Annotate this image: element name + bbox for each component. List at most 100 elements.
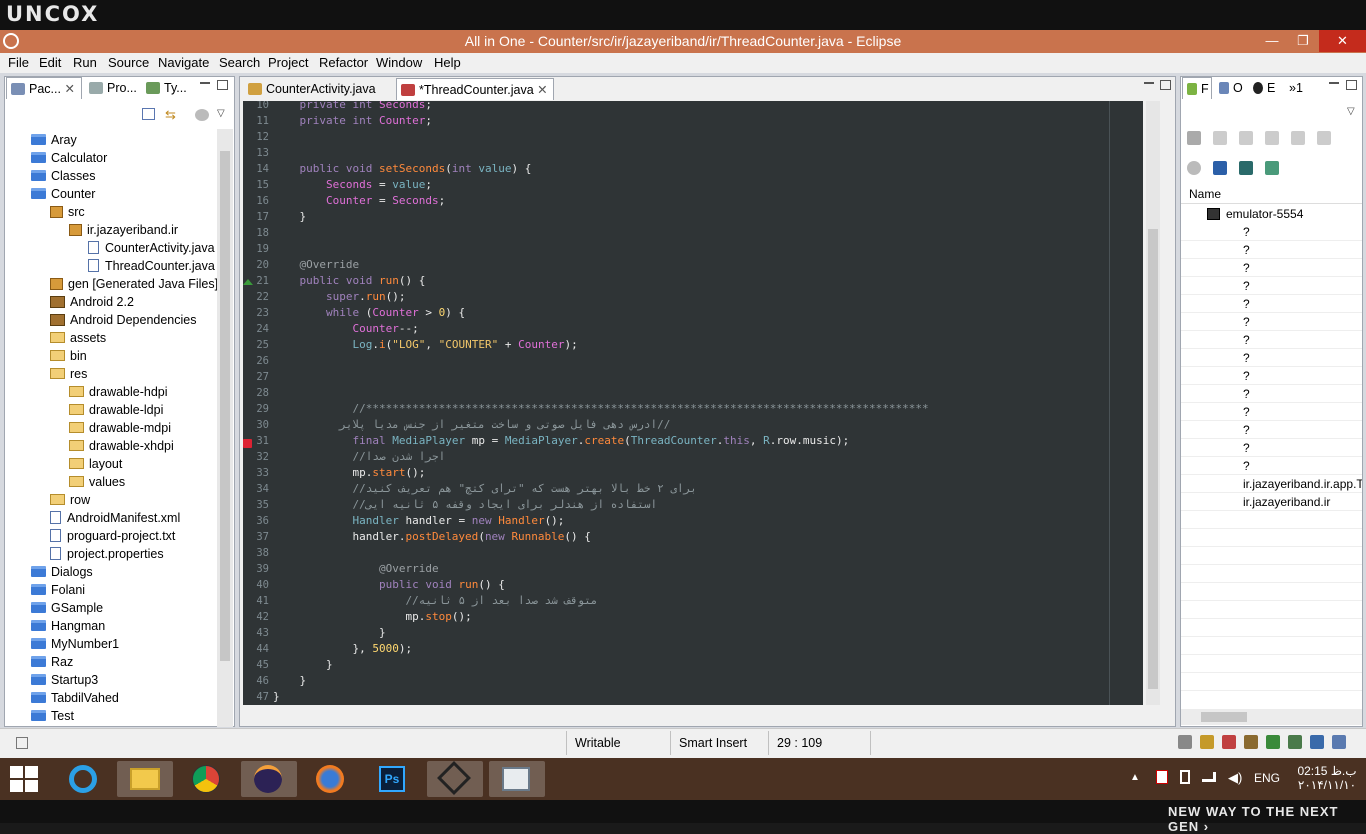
tab-type-hierarchy[interactable]: Ty...: [142, 77, 194, 99]
tree-item[interactable]: MyNumber1: [31, 635, 119, 653]
tree-item[interactable]: bin: [50, 347, 87, 365]
menu-help[interactable]: Help: [434, 55, 461, 70]
tree-item[interactable]: project.properties: [50, 545, 164, 563]
tray-volume-icon[interactable]: ◀): [1228, 770, 1242, 786]
tree-item[interactable]: TabdilVahed: [31, 689, 119, 707]
devices-scroll-thumb[interactable]: [1201, 712, 1247, 722]
tree-item[interactable]: Calculator: [31, 149, 107, 167]
perspective-icon[interactable]: [1178, 735, 1192, 749]
start-windows-icon[interactable]: [10, 766, 38, 792]
tree-item[interactable]: Android Dependencies: [50, 311, 196, 329]
team-perspective-icon[interactable]: [1244, 735, 1258, 749]
process-row[interactable]: ?: [1181, 457, 1362, 475]
close-icon[interactable]: ✕: [537, 83, 547, 97]
tree-item[interactable]: gen [Generated Java Files]: [50, 275, 218, 293]
debug-perspective-icon[interactable]: [1222, 735, 1236, 749]
tree-item[interactable]: Dialogs: [31, 563, 93, 581]
tree-item[interactable]: Android 2.2: [50, 293, 134, 311]
tree-item[interactable]: CounterActivity.java: [88, 239, 215, 257]
heap-icon[interactable]: [1213, 131, 1227, 145]
view-menu-chevron-icon[interactable]: ▽: [217, 108, 225, 119]
minimize-view-icon[interactable]: [1329, 82, 1339, 90]
column-name[interactable]: Name: [1189, 187, 1221, 201]
tree-item[interactable]: drawable-xhdpi: [69, 437, 174, 455]
tray-expand-icon[interactable]: ▲: [1130, 772, 1140, 783]
taskbar-app-icon[interactable]: [427, 761, 483, 797]
process-row[interactable]: ?: [1181, 223, 1362, 241]
code-line[interactable]: final MediaPlayer mp = MediaPlayer.creat…: [273, 433, 849, 449]
taskbar-explorer-icon[interactable]: [117, 761, 173, 797]
menu-navigate[interactable]: Navigate: [158, 55, 209, 70]
process-row[interactable]: ?: [1181, 439, 1362, 457]
gc-icon[interactable]: [1265, 131, 1279, 145]
devices-horizontal-scrollbar[interactable]: [1181, 709, 1362, 725]
tab-project-explorer[interactable]: Pro...: [85, 77, 140, 99]
tree-item[interactable]: Startup3: [31, 671, 98, 689]
code-line[interactable]: Log.i("LOG", "COUNTER" + Counter);: [273, 337, 577, 353]
tree-item[interactable]: Aray: [31, 131, 77, 149]
process-row[interactable]: ?: [1181, 241, 1362, 259]
tray-flag-icon[interactable]: [1156, 770, 1168, 784]
process-row[interactable]: ?: [1181, 295, 1362, 313]
code-line[interactable]: Handler handler = new Handler();: [273, 513, 564, 529]
code-line[interactable]: public void run() {: [273, 577, 505, 593]
code-line[interactable]: Seconds = value;: [273, 177, 432, 193]
code-line[interactable]: private int Seconds;: [273, 101, 432, 113]
menu-source[interactable]: Source: [108, 55, 149, 70]
tree-item[interactable]: proguard-project.txt: [50, 527, 175, 545]
process-row[interactable]: ir.jazayeriband.ir.app.T: [1181, 475, 1362, 493]
editor-vertical-scrollbar[interactable]: [1146, 101, 1160, 705]
process-row[interactable]: ?: [1181, 349, 1362, 367]
taskbar-chrome-icon[interactable]: [179, 761, 235, 797]
view-menu-chevron-icon[interactable]: ▽: [1347, 106, 1355, 117]
android-perspective-icon[interactable]: [1288, 735, 1302, 749]
code-line[interactable]: @Override: [273, 257, 360, 273]
minimize-view-icon[interactable]: [200, 82, 210, 90]
menu-search[interactable]: Search: [219, 55, 260, 70]
tree-item[interactable]: Counter: [31, 185, 95, 203]
process-row[interactable]: ?: [1181, 421, 1362, 439]
method-profiling-icon[interactable]: [1317, 131, 1331, 145]
code-line[interactable]: //اجرا شدن صدا: [273, 449, 445, 465]
code-line[interactable]: }, 5000);: [273, 641, 412, 657]
process-row[interactable]: ?: [1181, 259, 1362, 277]
code-line[interactable]: }: [273, 625, 386, 641]
error-marker-icon[interactable]: [243, 439, 252, 448]
tray-clock[interactable]: 02:15 ب.ظ ۲۰۱۴/۱۱/۱۰: [1294, 764, 1360, 792]
dump-view-icon[interactable]: [1239, 161, 1253, 175]
tree-scrollbar[interactable]: [217, 129, 233, 727]
code-line[interactable]: while (Counter > 0) {: [273, 305, 465, 321]
tree-item[interactable]: Raz: [31, 653, 73, 671]
tab-package-explorer[interactable]: Pac... ✕: [6, 77, 82, 99]
close-button[interactable]: ✕: [1319, 30, 1366, 52]
tree-item[interactable]: res: [50, 365, 87, 383]
taskbar-eclipse-icon[interactable]: [241, 761, 297, 797]
code-line[interactable]: }: [273, 657, 333, 673]
menu-refactor[interactable]: Refactor: [319, 55, 368, 70]
code-line[interactable]: Counter = Seconds;: [273, 193, 445, 209]
tree-item[interactable]: Classes: [31, 167, 95, 185]
tree-item[interactable]: row: [50, 491, 90, 509]
tree-item[interactable]: values: [69, 473, 125, 491]
task-icon[interactable]: [1310, 735, 1324, 749]
tree-item[interactable]: GSample: [31, 599, 103, 617]
taskbar-firefox-icon[interactable]: [303, 761, 359, 797]
tree-item[interactable]: drawable-ldpi: [69, 401, 163, 419]
code-line[interactable]: //برای ۲ خط بالا بهتر هست که "ترای کتچ" …: [273, 481, 696, 497]
code-line[interactable]: super.run();: [273, 289, 406, 305]
tray-battery-icon[interactable]: [1180, 770, 1190, 784]
java-perspective-icon[interactable]: [1200, 735, 1214, 749]
minimize-button[interactable]: —: [1257, 30, 1287, 52]
process-row[interactable]: ?: [1181, 277, 1362, 295]
close-icon[interactable]: ✕: [64, 82, 74, 96]
tree-item[interactable]: layout: [69, 455, 122, 473]
debug-process-icon[interactable]: [1187, 131, 1201, 145]
process-row[interactable]: ?: [1181, 313, 1362, 331]
code-line[interactable]: private int Counter;: [273, 113, 432, 129]
tab-android-f[interactable]: F: [1182, 77, 1212, 99]
threads-icon[interactable]: [1291, 131, 1305, 145]
code-line[interactable]: public void run() {: [273, 273, 426, 289]
filter-icon[interactable]: [195, 109, 209, 121]
maximize-view-icon[interactable]: [217, 80, 228, 90]
editor-horizontal-scrollbar[interactable]: [243, 707, 1143, 721]
